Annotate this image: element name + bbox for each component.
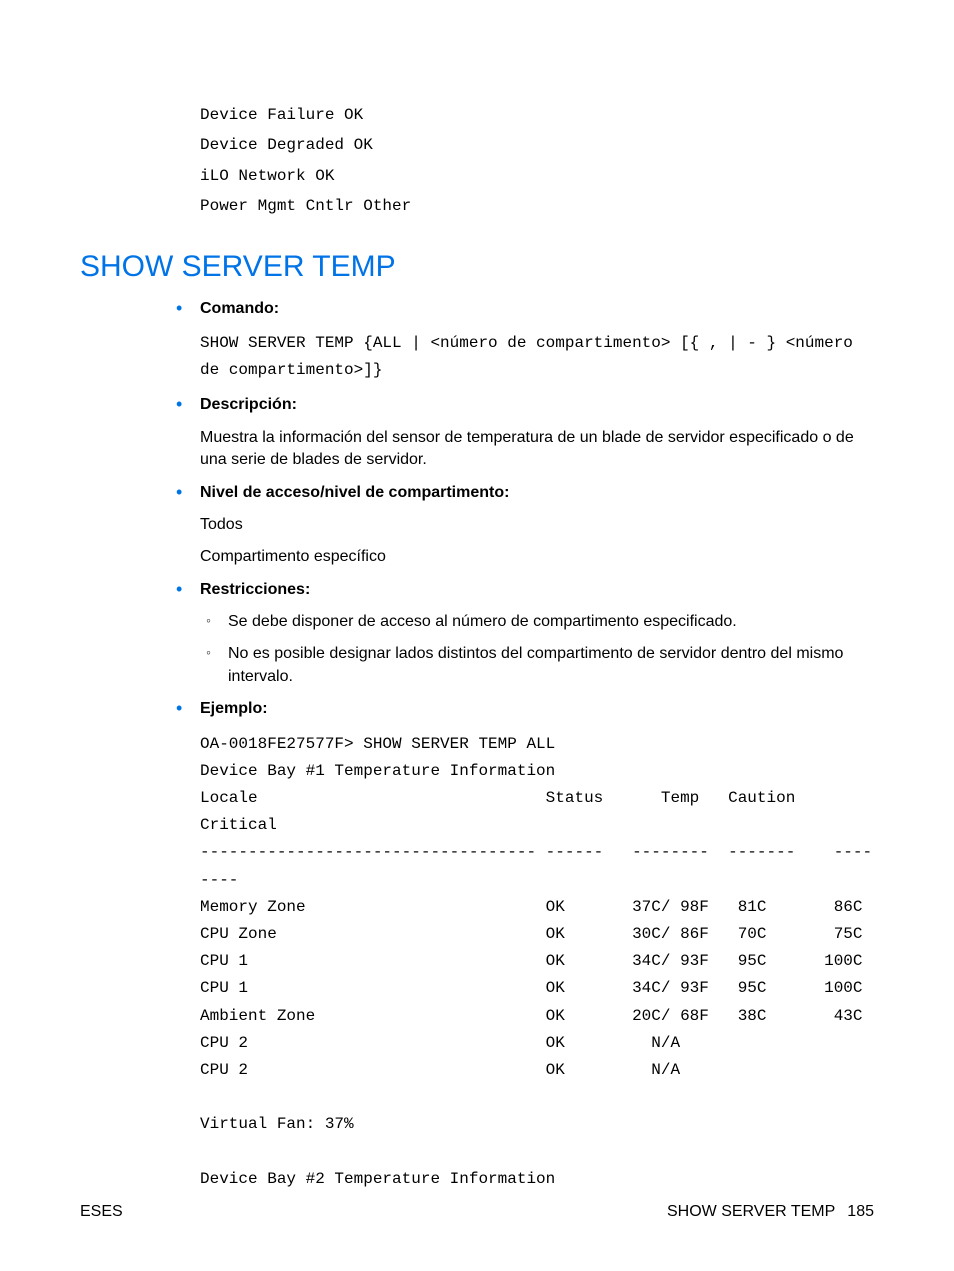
page: Device Failure OK Device Degraded OK iLO… — [0, 0, 954, 1271]
footer-page-number: 185 — [847, 1203, 874, 1221]
section-list: Comando: SHOW SERVER TEMP {ALL | <número… — [170, 298, 874, 1193]
label-restricciones: Restricciones: — [200, 579, 874, 601]
label-ejemplo: Ejemplo: — [200, 698, 874, 720]
comando-text: SHOW SERVER TEMP {ALL | <número de compa… — [200, 330, 874, 384]
ej-line: Ambient Zone OK 20C/ 68F 38C 43C — [200, 1007, 863, 1025]
restriccion-2: No es posible designar lados distintos d… — [200, 643, 874, 688]
nivel-line1: Todos — [200, 514, 874, 536]
status-block: Device Failure OK Device Degraded OK iLO… — [200, 100, 874, 222]
ej-line: Locale Status Temp Caution Critical — [200, 789, 824, 834]
ej-line: Device Bay #2 Temperature Information — [200, 1170, 555, 1188]
status-line: Device Failure OK — [200, 106, 363, 124]
restriccion-1: Se debe disponer de acceso al número de … — [200, 611, 874, 633]
label-descripcion: Descripción: — [200, 394, 874, 416]
restricciones-list: Se debe disponer de acceso al número de … — [200, 611, 874, 688]
status-line: iLO Network OK — [200, 167, 334, 185]
ej-line: CPU 2 OK N/A — [200, 1034, 680, 1052]
item-ejemplo: Ejemplo: OA-0018FE27577F> SHOW SERVER TE… — [170, 698, 874, 1193]
footer: ESES SHOW SERVER TEMP 185 — [80, 1203, 874, 1221]
ejemplo-output: OA-0018FE27577F> SHOW SERVER TEMP ALL De… — [200, 731, 874, 1193]
item-restricciones: Restricciones: Se debe disponer de acces… — [170, 579, 874, 689]
ej-line: ----------------------------------- ----… — [200, 843, 872, 888]
footer-right: SHOW SERVER TEMP 185 — [667, 1203, 874, 1221]
footer-left: ESES — [80, 1203, 123, 1221]
item-descripcion: Descripción: Muestra la información del … — [170, 394, 874, 471]
status-line: Device Degraded OK — [200, 136, 373, 154]
ej-line: OA-0018FE27577F> SHOW SERVER TEMP ALL — [200, 735, 555, 753]
section-heading: SHOW SERVER TEMP — [80, 250, 874, 284]
label-nivel: Nivel de acceso/nivel de compartimento: — [200, 482, 874, 504]
footer-right-label: SHOW SERVER TEMP — [667, 1203, 835, 1221]
descripcion-text: Muestra la información del sensor de tem… — [200, 427, 874, 472]
item-nivel: Nivel de acceso/nivel de compartimento: … — [170, 482, 874, 569]
ej-line: Memory Zone OK 37C/ 98F 81C 86C — [200, 898, 863, 916]
ej-line: CPU 1 OK 34C/ 93F 95C 100C — [200, 952, 863, 970]
ej-line: CPU Zone OK 30C/ 86F 70C 75C — [200, 925, 863, 943]
status-line: Power Mgmt Cntlr Other — [200, 197, 411, 215]
ej-line: Device Bay #1 Temperature Information — [200, 762, 555, 780]
nivel-line2: Compartimento específico — [200, 546, 874, 568]
label-comando: Comando: — [200, 298, 874, 320]
item-comando: Comando: SHOW SERVER TEMP {ALL | <número… — [170, 298, 874, 385]
ej-line: Virtual Fan: 37% — [200, 1115, 354, 1133]
ej-line: CPU 2 OK N/A — [200, 1061, 680, 1079]
ej-line: CPU 1 OK 34C/ 93F 95C 100C — [200, 979, 863, 997]
